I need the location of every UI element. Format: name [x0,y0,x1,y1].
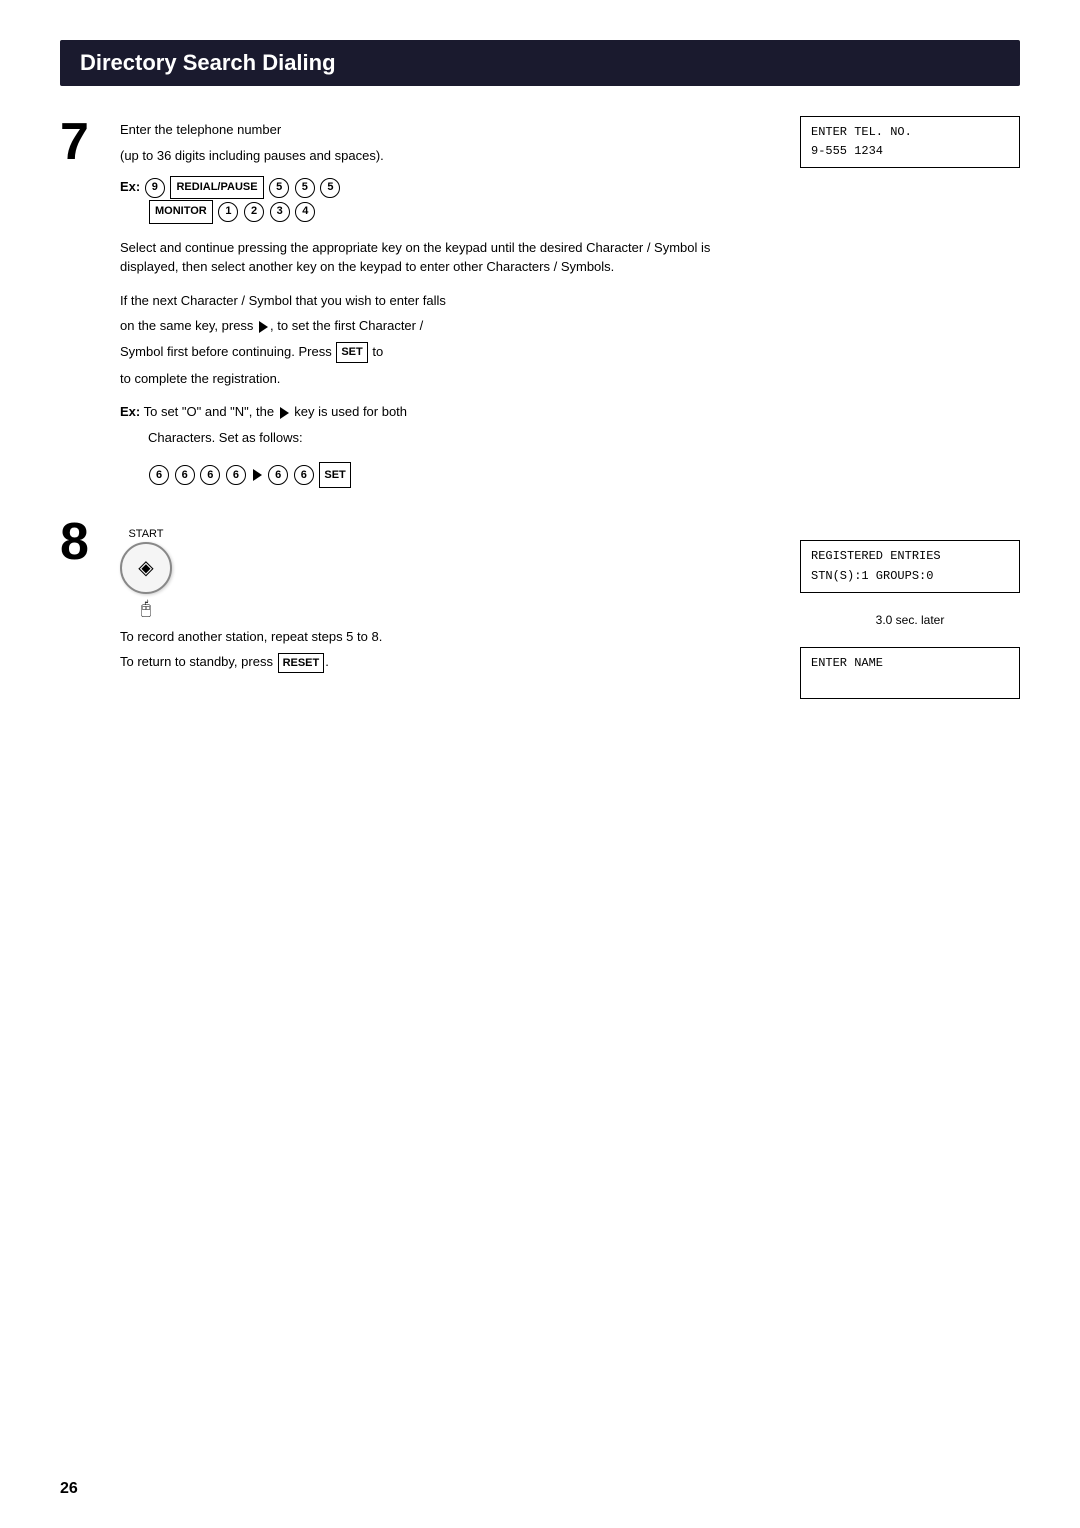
step8-instruction2: To return to standby, press RESET. [120,652,760,673]
step7-desc4: Symbol first before continuing. Press SE… [120,342,760,363]
right-column: ENTER TEL. NO. 9-555 1234 REGISTERED ENT… [800,116,1020,699]
key-3: 3 [270,202,290,222]
start-button[interactable]: ◈ [120,542,172,594]
lcd1-line1: REGISTERED ENTRIES [811,549,941,563]
key-monitor: MONITOR [149,200,213,224]
step7-example1: Ex: 9 REDIAL/PAUSE 5 5 5 MONITOR 1 2 3 4 [120,175,760,224]
step-7-row: 7 Enter the telephone number (up to 36 d… [60,116,760,496]
step7-desc2: If the next Character / Symbol that you … [120,291,760,311]
step7-lcd-wrapper: ENTER TEL. NO. 9-555 1234 [800,116,1020,168]
step7-instruction1: Enter the telephone number [120,120,760,140]
seq-6c: 6 [200,465,220,485]
step7-instruction2: (up to 36 digits including pauses and sp… [120,146,760,166]
start-button-area: START ◈ 🖰 [120,528,172,619]
start-label: START [128,528,163,540]
seq-6b: 6 [175,465,195,485]
step-8-number: 8 [60,516,120,679]
key-9: 9 [145,178,165,198]
start-diamond-icon: ◈ [138,555,153,580]
seq-6e: 6 [268,465,288,485]
step8-instruction1: To record another station, repeat steps … [120,627,760,647]
step7-desc5: to complete the registration. [120,369,760,389]
section-title: Directory Search Dialing [80,50,336,75]
step-8-row: 8 START ◈ 🖰 To record another station, r… [60,516,760,679]
left-column: 7 Enter the telephone number (up to 36 d… [60,116,800,699]
hand-pointer-icon: 🖰 [141,598,152,619]
step7-lcd: ENTER TEL. NO. 9-555 1234 [800,116,1020,168]
spacer [800,184,1020,524]
content-area: 7 Enter the telephone number (up to 36 d… [60,116,1020,699]
key-4: 4 [295,202,315,222]
key-5c: 5 [320,178,340,198]
seq-set: SET [319,462,350,488]
page-container: Directory Search Dialing 7 Enter the tel… [0,0,1080,1528]
step-7-number: 7 [60,116,120,496]
step8-lcd2-wrapper: ENTER NAME [800,647,1020,699]
step-7-content: Enter the telephone number (up to 36 dig… [120,116,760,496]
ex2-label: Ex: [120,404,140,419]
key-5a: 5 [269,178,289,198]
key-2: 2 [244,202,264,222]
step-8-content: START ◈ 🖰 To record another station, rep… [120,516,760,679]
lcd-line1: ENTER TEL. NO. [811,125,912,139]
seq-6a: 6 [149,465,169,485]
lcd-line2: 9-555 1234 [811,144,883,158]
key-redial-pause: REDIAL/PAUSE [170,176,263,200]
lcd1-line2: STN(S):1 GROUPS:0 [811,569,933,583]
seq-line: 6 6 6 6 6 6 SET [120,461,760,488]
step7-desc3: on the same key, press , to set the firs… [120,316,760,336]
key-reset: RESET [278,653,325,674]
page-number: 26 [60,1480,78,1498]
step7-desc1: Select and continue pressing the appropr… [120,238,760,277]
seq-6d: 6 [226,465,246,485]
step7-ex2-text2: Characters. Set as follows: [148,428,760,448]
step8-lcd1: REGISTERED ENTRIES STN(S):1 GROUPS:0 [800,540,1020,592]
triangle-icon2 [280,407,289,419]
step8-lcd1-wrapper: REGISTERED ENTRIES STN(S):1 GROUPS:0 [800,540,1020,592]
step7-description: Select and continue pressing the appropr… [120,238,760,277]
seq-6f: 6 [294,465,314,485]
key-set-inline: SET [336,342,367,363]
step7-ex2-text: Ex: To set "O" and "N", the key is used … [120,402,760,422]
key-5b: 5 [295,178,315,198]
triangle-icon3 [253,469,262,481]
key-1: 1 [218,202,238,222]
section-header: Directory Search Dialing [60,40,1020,86]
sec-later-label: 3.0 sec. later [800,613,1020,627]
triangle-icon [259,321,268,333]
ex-label: Ex: [120,179,140,194]
step8-lcd2: ENTER NAME [800,647,1020,699]
step7-ex2: Ex: To set "O" and "N", the key is used … [120,402,760,447]
lcd2-line1: ENTER NAME [811,656,883,670]
